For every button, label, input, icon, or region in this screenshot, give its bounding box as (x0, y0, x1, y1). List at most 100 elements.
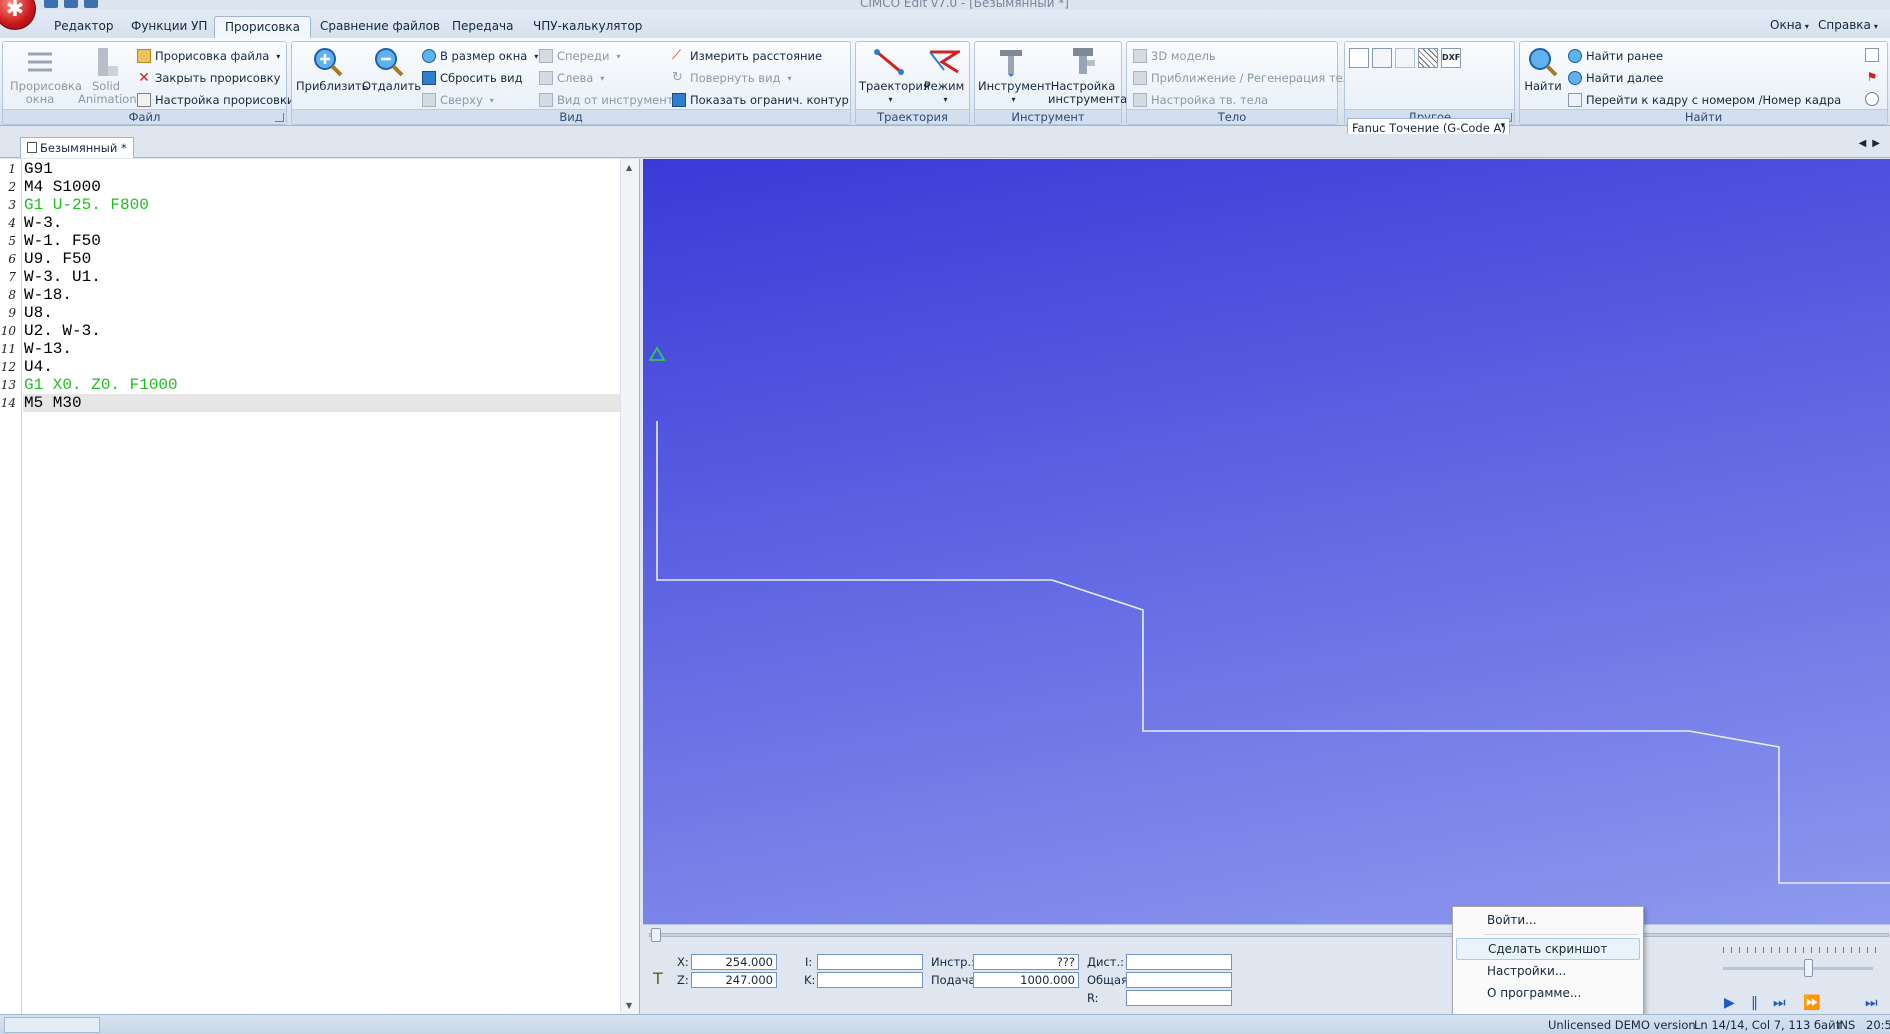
r-field[interactable] (1126, 990, 1232, 1006)
find-next-button[interactable]: Найти далее (1568, 69, 1664, 87)
menu-item-about[interactable]: О программе... (1456, 983, 1640, 1005)
reset-view-button[interactable]: Сбросить вид (422, 69, 523, 87)
measure-distance-button[interactable]: ⟋ Измерить расстояние (672, 47, 822, 65)
solid-setup-button[interactable]: Настройка тв. тела (1133, 91, 1268, 109)
grid-icon[interactable] (1418, 48, 1438, 68)
toolpath-drawing (648, 346, 1890, 884)
menu-item-screenshot[interactable]: Сделать скриншот (1456, 938, 1640, 960)
tab-nc-functions[interactable]: Функции УП (121, 16, 217, 38)
bookmark-icon[interactable] (1865, 48, 1879, 62)
code-line[interactable]: M5 M30 (23, 394, 620, 412)
zoom-in-button[interactable]: Приблизить (296, 46, 368, 93)
show-bounding-button[interactable]: Показать огранич. контур▾ (672, 91, 860, 109)
save-icon[interactable] (44, 0, 58, 8)
windows-menu[interactable]: Окна ▾ (1770, 18, 1809, 32)
tool-position-marker (648, 346, 666, 361)
backplot-settings-button[interactable]: Настройка прорисовки (137, 91, 294, 109)
model-3d-button[interactable]: 3D модель (1133, 47, 1216, 65)
tab-transfer[interactable]: Передача (442, 16, 524, 38)
simulation-progress-slider[interactable] (649, 933, 1889, 937)
run-to-end-icon[interactable]: ⏭ (1865, 995, 1878, 1011)
zoom-regen-button[interactable]: Приближение / Регенерация тела (1133, 69, 1357, 87)
tool-setup-button[interactable]: Настройка инструмента (1047, 46, 1127, 106)
i-field[interactable] (817, 954, 923, 970)
undo-icon[interactable] (64, 0, 78, 8)
code-line[interactable]: G91 (23, 160, 620, 178)
code-editor[interactable]: 1 2 3 4 5 6 7 8 9 10 11 12 13 14 G91 M4 S1000 G1 U-25. … (0, 159, 640, 1014)
line-number: 4 (8, 216, 16, 230)
feed-field[interactable]: 1000.000 (973, 972, 1079, 988)
code-line[interactable]: W-3. U1. (23, 268, 620, 286)
solid-animation-button[interactable]: Solid Animation (75, 46, 137, 106)
tool-view-button[interactable]: Вид от инструмента (539, 91, 681, 109)
code-line[interactable]: M4 S1000 (23, 178, 620, 196)
speed-slider[interactable] (1723, 967, 1873, 970)
backplot-window-button[interactable]: Прорисовка окна (5, 46, 82, 106)
line-number: 14 (0, 396, 16, 410)
code-line[interactable]: G1 U-25. F800 (23, 196, 620, 214)
scroll-down-icon[interactable]: ▼ (626, 1001, 632, 1010)
toolbar-icon-3[interactable] (1395, 48, 1415, 68)
backplot-viewport[interactable] (643, 159, 1890, 924)
flag-icon[interactable]: ⚑ (1865, 70, 1879, 84)
code-line[interactable]: G1 X0. Z0. F1000 (23, 376, 620, 394)
play-icon[interactable]: ▶ (1724, 995, 1735, 1011)
fast-forward-icon[interactable]: ⏩ (1803, 995, 1820, 1011)
menu-item-settings[interactable]: Настройки... (1456, 961, 1640, 983)
code-line[interactable]: U4. (23, 358, 620, 376)
zoom-out-icon (375, 48, 404, 77)
dxf-icon[interactable]: DXF (1441, 48, 1461, 68)
rotate-icon: ↻ (672, 70, 683, 85)
code-line[interactable]: U9. F50 (23, 250, 620, 268)
print-icon[interactable] (84, 0, 98, 8)
backplot-file-button[interactable]: Прорисовка файла ▾ (137, 47, 280, 65)
find-button[interactable]: Найти (1522, 46, 1564, 93)
zoom-out-button[interactable]: Отдалить (362, 46, 421, 93)
distance-field[interactable] (1126, 954, 1232, 970)
pause-icon[interactable]: ‖ (1751, 995, 1758, 1011)
tool-field[interactable]: ??? (973, 954, 1079, 970)
goto-block-button[interactable]: Перейти к кадру с номером /Номер кадра (1568, 91, 1841, 109)
tab-cnc-calculator[interactable]: ЧПУ-калькулятор (523, 16, 652, 38)
speed-slider-thumb[interactable] (1804, 959, 1813, 977)
toolpath-line (656, 421, 1890, 884)
tab-file-compare[interactable]: Сравнение файлов (310, 16, 450, 38)
total-field[interactable] (1126, 972, 1232, 988)
compass-icon[interactable] (1865, 92, 1879, 106)
tool-icon: T (653, 969, 663, 988)
tool-button[interactable]: Инструмент ▾ (978, 46, 1051, 106)
close-backplot-button[interactable]: ✕ Закрыть прорисовку (137, 69, 280, 87)
k-field[interactable] (817, 972, 923, 988)
z-coordinate-field[interactable]: 247.000 (691, 972, 777, 988)
tab-backplot[interactable]: Прорисовка (214, 16, 312, 38)
group-launcher-file[interactable] (275, 113, 284, 122)
solid-animation-icon (98, 48, 118, 76)
scroll-up-icon[interactable]: ▲ (626, 163, 632, 172)
rotate-view-button[interactable]: ↻ Повернуть вид ▾ (672, 69, 792, 87)
tab-scroll-arrows[interactable]: ◀▶ (1859, 138, 1886, 149)
x-coordinate-field[interactable]: 254.000 (691, 954, 777, 970)
code-line[interactable]: W-13. (23, 340, 620, 358)
code-line[interactable]: U8. (23, 304, 620, 322)
code-line[interactable]: U2. W-3. (23, 322, 620, 340)
code-line[interactable]: W-18. (23, 286, 620, 304)
code-line[interactable]: W-1. F50 (23, 232, 620, 250)
group-caption-solid: Тело (1127, 109, 1337, 124)
simulation-progress-thumb[interactable] (651, 928, 661, 942)
zoom-extents-icon[interactable] (1349, 48, 1369, 68)
mode-button[interactable]: Режим ▾ (920, 46, 968, 106)
fit-window-button[interactable]: В размер окна ▾ (422, 47, 538, 65)
menu-item-login[interactable]: Войти... (1456, 910, 1640, 932)
step-forward-icon[interactable]: ⏭ (1773, 995, 1786, 1011)
trajectory-button[interactable]: Траектория ▾ (859, 46, 930, 106)
tab-editor[interactable]: Редактор (44, 16, 123, 38)
editor-vertical-scrollbar[interactable]: ▲ ▼ (620, 159, 639, 1014)
toolbar-icon-2[interactable] (1372, 48, 1392, 68)
view-front-button[interactable]: Спереди ▾ (539, 47, 620, 65)
find-previous-button[interactable]: Найти ранее (1568, 47, 1663, 65)
code-line[interactable]: W-3. (23, 214, 620, 232)
view-left-button[interactable]: Слева ▾ (539, 69, 604, 87)
document-tab[interactable]: Безымянный * (20, 137, 134, 158)
view-top-button[interactable]: Сверху ▾ (422, 91, 494, 109)
help-menu[interactable]: Справка ▾ (1818, 18, 1878, 32)
